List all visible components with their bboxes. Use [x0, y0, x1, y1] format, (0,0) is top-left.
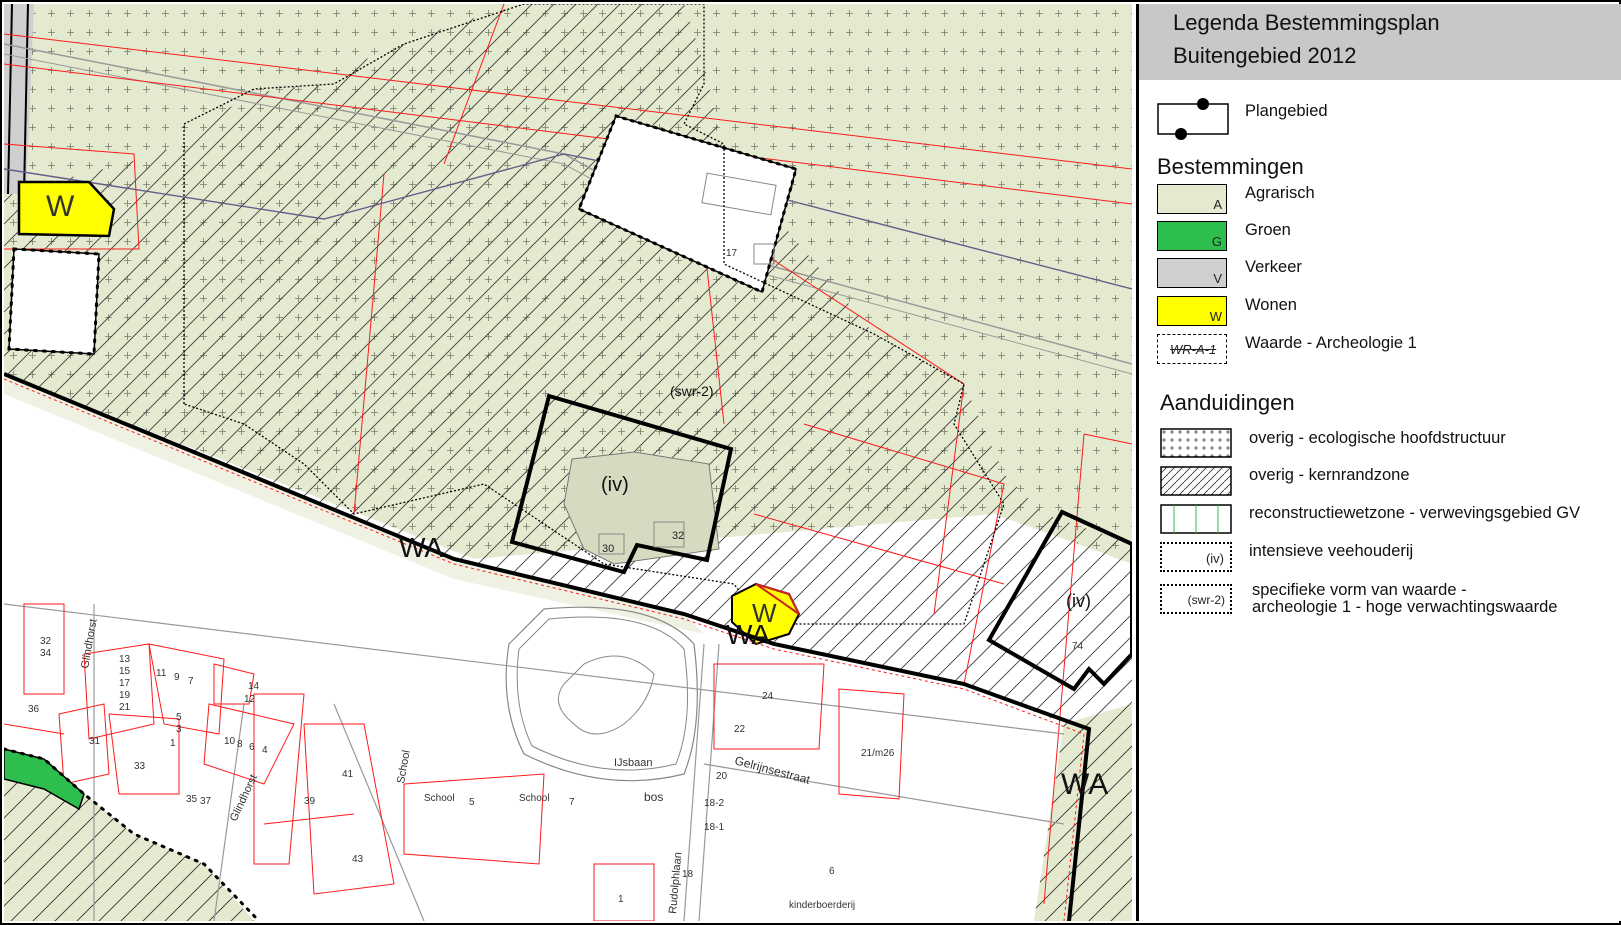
verkeer-label: Verkeer: [1245, 258, 1302, 276]
svg-text:37: 37: [200, 796, 212, 807]
svg-text:WA: WA: [1061, 768, 1108, 801]
svg-text:18-2: 18-2: [704, 798, 724, 809]
svg-text:School: School: [424, 793, 455, 804]
svg-text:30: 30: [602, 543, 614, 555]
svg-text:5: 5: [469, 797, 475, 808]
svg-text:21/m26: 21/m26: [861, 748, 895, 759]
svg-text:32: 32: [672, 530, 684, 542]
svg-text:20: 20: [716, 771, 728, 782]
wa-label: WA: [399, 532, 443, 563]
plangebied-icon: [1157, 98, 1229, 140]
ecologische-hoofdstructuur-label: overig - ecologische hoofdstructuur: [1249, 429, 1506, 447]
svg-text:35: 35: [186, 794, 198, 805]
cross-hatch-icon: [1160, 428, 1232, 458]
wonen-label: Wonen: [1245, 296, 1297, 314]
diagonal-hatch-icon: [1160, 466, 1232, 496]
swr-label: specifieke vorm van waarde - archeologie…: [1252, 581, 1558, 616]
bestemmingen-heading: Bestemmingen: [1157, 154, 1304, 179]
svg-text:32: 32: [40, 636, 52, 647]
wonen-swatch: W: [1157, 296, 1227, 326]
svg-text:18: 18: [682, 869, 694, 880]
svg-text:bos: bos: [644, 790, 663, 804]
svg-text:9: 9: [174, 672, 180, 683]
svg-text:8: 8: [237, 739, 243, 750]
svg-text:39: 39: [304, 796, 316, 807]
legend-title-line1: Legenda Bestemmingsplan: [1173, 10, 1440, 35]
svg-text:18-1: 18-1: [704, 822, 724, 833]
iv-swatch: (iv): [1160, 542, 1232, 572]
groen-label: Groen: [1245, 221, 1291, 239]
plangebied-label: Plangebied: [1245, 102, 1328, 120]
map-frame: 17 (swr-2) W (iv) 30 32 W WA WA WA (iv) …: [0, 0, 1621, 925]
svg-text:School: School: [519, 793, 550, 804]
legend-title-line2: Buitengebied 2012: [1173, 43, 1357, 68]
intensieve-veehouderij-label: intensieve veehouderij: [1249, 542, 1414, 560]
groen-swatch: G: [1157, 221, 1227, 251]
house-number: 17: [726, 248, 738, 259]
svg-text:15: 15: [119, 666, 131, 677]
svg-text:19: 19: [119, 690, 131, 701]
waarde-archeologie-swatch: WR-A-1: [1157, 334, 1227, 364]
svg-text:1: 1: [618, 894, 624, 905]
svg-text:5: 5: [176, 712, 182, 723]
swr-swatch: (swr-2): [1160, 584, 1232, 614]
svg-text:34: 34: [40, 648, 52, 659]
legend-header: Legenda Bestemmingsplan Buitengebied 201…: [1139, 4, 1621, 80]
legend-panel: Legenda Bestemmingsplan Buitengebied 201…: [1136, 4, 1621, 921]
svg-text:12: 12: [244, 694, 256, 705]
svg-text:31: 31: [89, 736, 101, 747]
svg-text:6: 6: [249, 742, 255, 753]
waarde-archeologie-label: Waarde - Archeologie 1: [1245, 334, 1417, 352]
svg-text:24: 24: [762, 691, 774, 702]
iv-label: (iv): [601, 474, 629, 496]
svg-text:43: 43: [352, 854, 364, 865]
svg-text:10: 10: [224, 736, 236, 747]
svg-text:41: 41: [342, 769, 354, 780]
svg-text:3: 3: [176, 724, 182, 735]
svg-text:IJsbaan: IJsbaan: [614, 757, 653, 769]
aanduidingen-heading: Aanduidingen: [1160, 390, 1295, 415]
svg-text:WA: WA: [726, 619, 770, 650]
svg-text:21: 21: [119, 702, 131, 713]
svg-text:7: 7: [188, 676, 194, 687]
svg-text:22: 22: [734, 724, 746, 735]
svg-text:74: 74: [1072, 641, 1084, 652]
svg-text:13: 13: [119, 654, 131, 665]
svg-text:(iv): (iv): [1066, 591, 1091, 611]
map-canvas[interactable]: 17 (swr-2) W (iv) 30 32 W WA WA WA (iv) …: [4, 4, 1132, 921]
agrarisch-label: Agrarisch: [1245, 184, 1315, 202]
agrarisch-swatch: A: [1157, 184, 1227, 214]
svg-text:4: 4: [262, 745, 268, 756]
wonen-label: W: [46, 190, 75, 223]
svg-text:1: 1: [170, 738, 176, 749]
verwevingsgebied-label: reconstructiewetzone - verwevingsgebied …: [1249, 504, 1581, 522]
svg-text:14: 14: [248, 681, 260, 692]
svg-text:6: 6: [829, 866, 835, 877]
verkeer-swatch: V: [1157, 258, 1227, 288]
svg-text:33: 33: [134, 761, 146, 772]
swr-2-label: (swr-2): [670, 383, 714, 399]
map-svg: 17 (swr-2) W (iv) 30 32 W WA WA WA (iv) …: [4, 4, 1132, 921]
vertical-lines-icon: [1160, 504, 1232, 534]
kernrandzone-label: overig - kernrandzone: [1249, 466, 1410, 484]
svg-text:kinderboerderij: kinderboerderij: [789, 900, 855, 911]
svg-text:7: 7: [569, 797, 575, 808]
svg-text:17: 17: [119, 678, 131, 689]
svg-text:36: 36: [28, 704, 40, 715]
svg-text:11: 11: [156, 668, 167, 679]
